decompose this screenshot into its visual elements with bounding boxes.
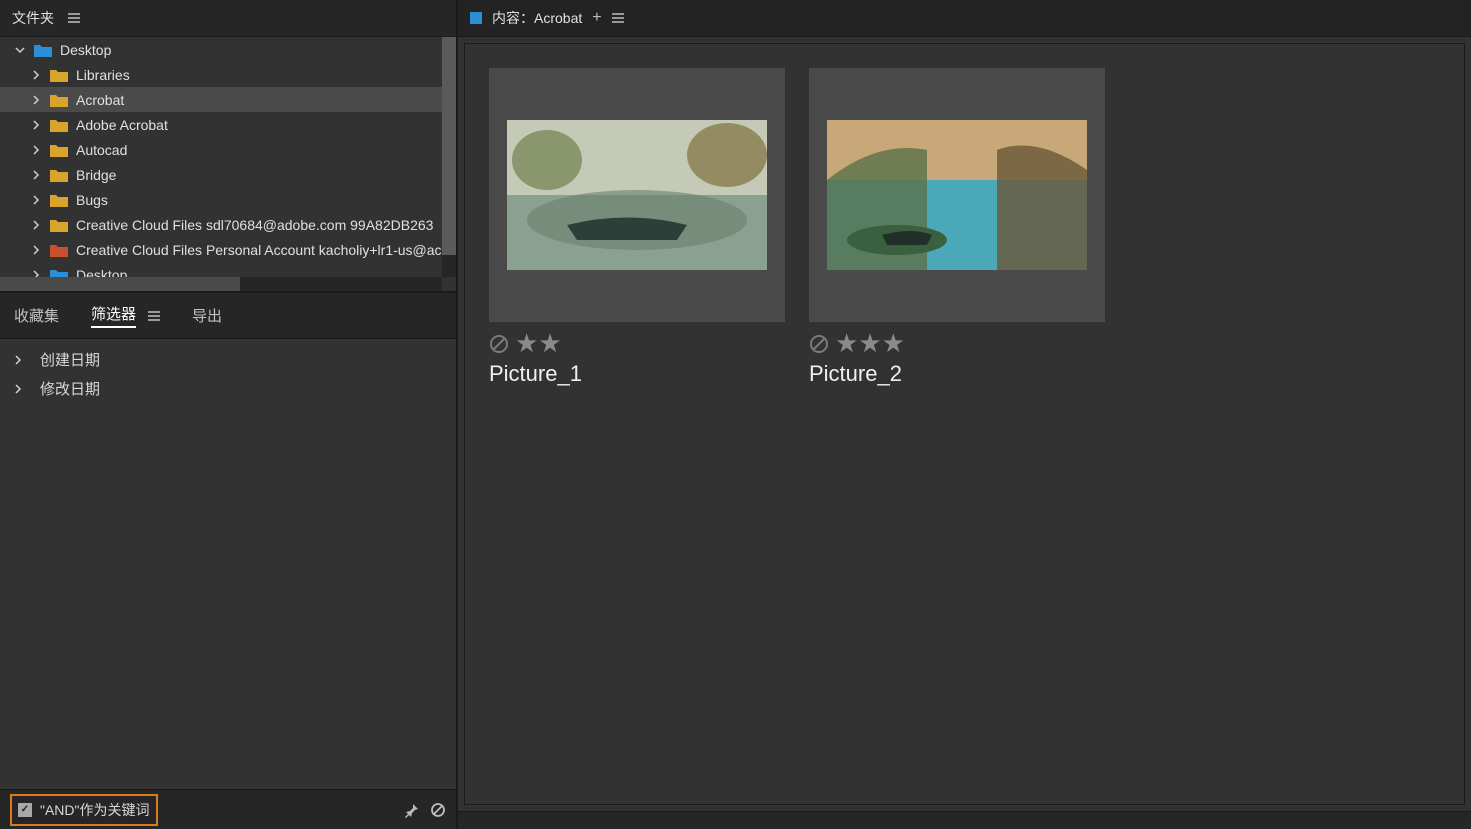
tree-row[interactable]: Bridge bbox=[0, 162, 456, 187]
star-icon: ★ bbox=[835, 328, 858, 358]
chevron-right-icon bbox=[14, 384, 26, 394]
tree-row[interactable]: Libraries bbox=[0, 62, 456, 87]
star-icon: ★ bbox=[538, 328, 561, 358]
checkbox-icon: ✓ bbox=[18, 803, 32, 817]
thumbnail-card[interactable]: ★★ Picture_1 bbox=[489, 68, 785, 387]
content-title: 内容：Acrobat bbox=[492, 8, 582, 28]
thumbnail-area[interactable]: ★★ Picture_1 bbox=[464, 43, 1465, 805]
thumbnail-meta: ★★ bbox=[489, 330, 785, 357]
tab-export[interactable]: 导出 bbox=[192, 305, 222, 326]
tree-label: Bugs bbox=[76, 192, 108, 208]
filter-tabs: 收藏集 筛选器 导出 bbox=[0, 291, 456, 339]
filter-bottom-bar: ✓ "AND"作为关键词 bbox=[0, 789, 456, 829]
folders-panel-header: 文件夹 bbox=[0, 0, 456, 37]
folders-panel-title: 文件夹 bbox=[12, 8, 54, 28]
content-path: Acrobat bbox=[534, 10, 582, 26]
thumbnail-box bbox=[809, 68, 1105, 322]
folder-icon bbox=[50, 168, 68, 182]
left-panel: 文件夹 Desktop Libraries Acrobat Adobe Acroba… bbox=[0, 0, 458, 829]
star-rating[interactable]: ★★★ bbox=[835, 330, 905, 357]
tree-label: Desktop bbox=[60, 42, 111, 58]
panel-menu-icon[interactable] bbox=[68, 13, 80, 23]
tree-row[interactable]: Autocad bbox=[0, 137, 456, 162]
tree-label: Creative Cloud Files Personal Account ka… bbox=[76, 242, 442, 258]
folder-icon bbox=[34, 43, 52, 57]
vertical-scrollbar[interactable] bbox=[442, 37, 456, 277]
tree-label: Autocad bbox=[76, 142, 127, 158]
star-icon: ★ bbox=[858, 328, 881, 358]
tree-row[interactable]: Creative Cloud Files Personal Account ka… bbox=[0, 237, 456, 262]
chevron-right-icon[interactable] bbox=[28, 220, 44, 230]
tree-row[interactable]: Acrobat bbox=[0, 87, 456, 112]
reject-icon[interactable] bbox=[489, 334, 509, 354]
tree-label: Adobe Acrobat bbox=[76, 117, 168, 133]
panel-menu-icon[interactable] bbox=[612, 13, 624, 23]
folder-icon bbox=[50, 93, 68, 107]
chevron-right-icon[interactable] bbox=[28, 120, 44, 130]
folder-tree: Desktop Libraries Acrobat Adobe Acrobat Aut… bbox=[0, 37, 456, 291]
chevron-right-icon[interactable] bbox=[28, 95, 44, 105]
tree-label: Libraries bbox=[76, 67, 130, 83]
tree-row[interactable]: Adobe Acrobat bbox=[0, 112, 456, 137]
filter-area: 创建日期 修改日期 bbox=[0, 339, 456, 789]
plus-icon[interactable]: + bbox=[592, 9, 601, 27]
chevron-down-icon[interactable] bbox=[12, 45, 28, 55]
chevron-right-icon[interactable] bbox=[28, 245, 44, 255]
and-label: "AND"作为关键词 bbox=[40, 800, 150, 820]
filter-row-created[interactable]: 创建日期 bbox=[0, 345, 456, 374]
star-rating[interactable]: ★★ bbox=[515, 330, 562, 357]
pin-icon[interactable] bbox=[404, 802, 420, 818]
chevron-right-icon[interactable] bbox=[28, 145, 44, 155]
right-panel: 内容：Acrobat + bbox=[458, 0, 1471, 829]
tree-label: Acrobat bbox=[76, 92, 124, 108]
tab-favorites[interactable]: 收藏集 bbox=[14, 305, 59, 326]
tree-row[interactable]: Bugs bbox=[0, 187, 456, 212]
tree-label: Creative Cloud Files sdl70684@adobe.com … bbox=[76, 217, 433, 233]
folder-icon bbox=[50, 193, 68, 207]
filter-label: 创建日期 bbox=[40, 349, 100, 370]
folder-icon bbox=[50, 118, 68, 132]
folder-icon bbox=[50, 68, 68, 82]
and-keyword-toggle[interactable]: ✓ "AND"作为关键词 bbox=[10, 794, 158, 826]
tree-row-root[interactable]: Desktop bbox=[0, 37, 456, 62]
panel-menu-icon[interactable] bbox=[148, 311, 160, 321]
content-panel-header: 内容：Acrobat + bbox=[458, 0, 1471, 37]
thumbnail-meta: ★★★ bbox=[809, 330, 1105, 357]
chevron-right-icon[interactable] bbox=[28, 195, 44, 205]
thumbnail-image bbox=[827, 120, 1087, 270]
tab-filter[interactable]: 筛选器 bbox=[91, 303, 136, 328]
thumbnail-card[interactable]: ★★★ Picture_2 bbox=[809, 68, 1105, 387]
cancel-icon[interactable] bbox=[430, 802, 446, 818]
star-icon: ★ bbox=[515, 328, 538, 358]
reject-icon[interactable] bbox=[809, 334, 829, 354]
filter-label: 修改日期 bbox=[40, 378, 100, 399]
tree-label: Bridge bbox=[76, 167, 116, 183]
folder-icon bbox=[50, 218, 68, 232]
horizontal-scrollbar[interactable] bbox=[0, 277, 442, 291]
thumbnail-box bbox=[489, 68, 785, 322]
content-bottom-bar bbox=[458, 811, 1471, 829]
chevron-right-icon[interactable] bbox=[28, 70, 44, 80]
content-prefix: 内容： bbox=[492, 10, 534, 26]
folder-icon bbox=[50, 143, 68, 157]
filter-row-modified[interactable]: 修改日期 bbox=[0, 374, 456, 403]
thumbnail-name: Picture_2 bbox=[809, 361, 1105, 387]
star-icon: ★ bbox=[882, 328, 905, 358]
chevron-right-icon bbox=[14, 355, 26, 365]
thumbnail-name: Picture_1 bbox=[489, 361, 785, 387]
tree-row[interactable]: Creative Cloud Files sdl70684@adobe.com … bbox=[0, 212, 456, 237]
folder-icon bbox=[50, 243, 68, 257]
thumbnail-image bbox=[507, 120, 767, 270]
chevron-right-icon[interactable] bbox=[28, 170, 44, 180]
content-indicator-icon bbox=[470, 12, 482, 24]
